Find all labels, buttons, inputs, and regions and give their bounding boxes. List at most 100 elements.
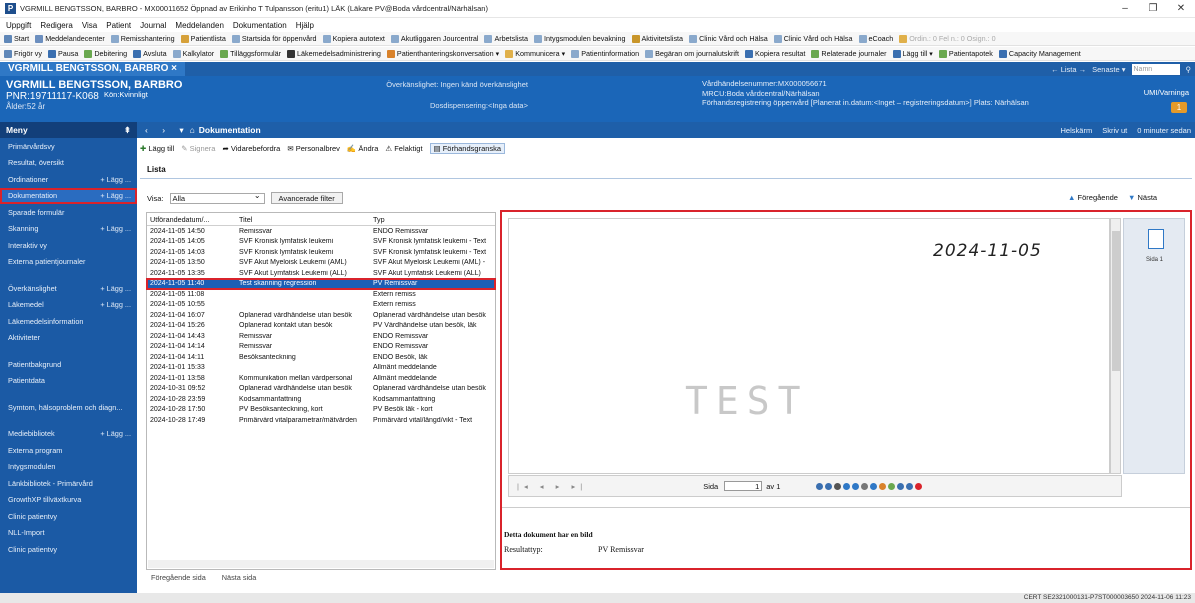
table-row[interactable]: 2024-11-05 14:03 SVF Kronisk lymfatisk le… xyxy=(147,247,495,258)
edit-button[interactable]: ✍ Ändra xyxy=(347,144,378,153)
tb-relaterade-journaler[interactable]: Relaterade journaler xyxy=(811,49,887,58)
sidebar-item-lakemedel[interactable]: Läkemedel + Lägg ... xyxy=(0,297,137,314)
col-date[interactable]: Utförandedatum/... xyxy=(147,215,239,224)
add-dokumentation-button[interactable]: + Lägg ... xyxy=(100,191,131,200)
sidebar-item-resultat[interactable]: Resultat, översikt xyxy=(0,155,137,172)
next-button[interactable]: ▼ Nästa xyxy=(1128,193,1157,202)
tb-pausa[interactable]: Pausa xyxy=(47,49,78,58)
sidebar-item-ordinationer[interactable]: Ordinationer + Lägg ... xyxy=(0,171,137,188)
sidebar-item-sparade-formular[interactable]: Sparade formulär xyxy=(0,204,137,221)
add-button[interactable]: ✚ Lägg till xyxy=(140,144,174,153)
tb-intygsmodulen[interactable]: Intygsmodulen bevakning xyxy=(534,34,626,43)
patient-search-input[interactable]: Namn xyxy=(1131,63,1180,75)
warning-badge[interactable]: 1 xyxy=(1171,102,1187,113)
close-button[interactable]: ✕ xyxy=(1167,0,1195,18)
tb-arbetslista[interactable]: Arbetslista xyxy=(484,34,528,43)
advanced-filter-button[interactable]: Avancerade filter xyxy=(270,192,343,204)
table-row[interactable]: 2024-11-05 11:08 Extern remiss xyxy=(147,289,495,300)
menu-meddelanden[interactable]: Meddelanden xyxy=(175,21,223,30)
print-icon[interactable] xyxy=(861,482,869,490)
menu-journal[interactable]: Journal xyxy=(140,21,166,30)
tb-meddelandecenter[interactable]: Meddelandecenter xyxy=(35,34,105,43)
add-media-button[interactable]: + Lägg ... xyxy=(100,429,131,438)
table-row[interactable]: 2024-11-05 11:40 Test skanning regression… xyxy=(146,277,496,290)
sidebar-item-primarvardsvy[interactable]: Primärvårdsvy xyxy=(0,138,137,155)
sidebar-item-dokumentation[interactable]: Dokumentation + Lägg ... xyxy=(0,187,137,204)
table-row[interactable]: 2024-11-05 14:50 Remissvar ENDO Remissvar xyxy=(147,226,495,237)
mark-wrong-button[interactable]: ⚠ Felaktigt xyxy=(385,144,422,153)
table-row[interactable]: 2024-11-04 16:07 Oplanerad vårdhändelse u… xyxy=(147,310,495,321)
sidebar-item-clinic-patientvy-2[interactable]: Clinic patientvy xyxy=(0,541,137,558)
col-title[interactable]: Titel xyxy=(239,215,373,224)
tb-capacity[interactable]: Capacity Management xyxy=(998,49,1081,58)
next-page-link[interactable]: Nästa sida xyxy=(222,573,256,582)
stamp-icon[interactable] xyxy=(888,482,896,490)
sign-button[interactable]: ✎ Signera xyxy=(181,144,215,153)
refresh-status[interactable]: 0 minuter sedan xyxy=(1137,126,1191,135)
sidebar-item-skanning[interactable]: Skanning + Lägg ... xyxy=(0,221,137,238)
tb-akutliggaren[interactable]: Akutliggaren Jourcentral xyxy=(390,34,478,43)
menu-hjalp[interactable]: Hjälp xyxy=(296,21,314,30)
tb-kopiera-resultat[interactable]: Kopiera resultat xyxy=(745,49,805,58)
personal-letter-button[interactable]: ✉ Personalbrev xyxy=(287,144,340,153)
preview-button[interactable]: ▤ Förhandsgranska xyxy=(429,143,506,154)
table-row[interactable]: 2024-11-05 13:35 SVF Akut Lymfatisk Leuke… xyxy=(147,268,495,279)
minimize-button[interactable]: – xyxy=(1111,0,1139,18)
page-input[interactable]: 1 xyxy=(724,481,763,491)
table-row[interactable]: 2024-11-05 13:50 SVF Akut Myeloisk Leukem… xyxy=(147,258,495,269)
rotate-left-icon[interactable] xyxy=(843,482,851,490)
sidebar-item-mediebibliotek[interactable]: Mediebibliotek + Lägg ... xyxy=(0,426,137,443)
sidebar-item-lankbibliotek[interactable]: Länkbibliotek - Primärvård xyxy=(0,475,137,492)
settings-icon[interactable] xyxy=(915,482,923,490)
tb-patientlista[interactable]: Patientlista xyxy=(180,34,226,43)
maximize-button[interactable]: ❐ xyxy=(1139,0,1167,18)
tb-ecoach[interactable]: eCoach xyxy=(858,34,893,43)
menu-dokumentation[interactable]: Dokumentation xyxy=(233,21,287,30)
sidebar-item-growthxp[interactable]: GrowthXP tillväxtkurva xyxy=(0,492,137,509)
add-lakemedel-button[interactable]: + Lägg ... xyxy=(100,300,131,309)
col-type[interactable]: Typ xyxy=(373,215,493,224)
sidebar-item-clinic-patientvy-1[interactable]: Clinic patientvy xyxy=(0,508,137,525)
grid-icon[interactable] xyxy=(897,482,905,490)
tb-counters[interactable]: Ordin.: 0 Fel n.: 0 Osign.: 0 xyxy=(899,34,996,43)
sidebar-item-patientdata[interactable]: Patientdata xyxy=(0,373,137,390)
table-row[interactable]: 2024-11-04 14:11 Besöksanteckning ENDO Bes… xyxy=(147,352,495,363)
zoom-in-icon[interactable] xyxy=(816,482,824,490)
tb-begaran-journal[interactable]: Begäran om journalutskrift xyxy=(645,49,739,58)
sidebar-item-aktiviteter[interactable]: Aktiviteter xyxy=(0,330,137,347)
add-skanning-button[interactable]: + Lägg ... xyxy=(100,224,131,233)
table-row[interactable]: 2024-11-01 13:58 Kommunikation mellan vår… xyxy=(147,373,495,384)
viewer-scrollbar[interactable] xyxy=(1110,218,1121,474)
fit-icon[interactable] xyxy=(834,482,842,490)
page-nav-arrows[interactable]: |◂ ◂ ▸ ▸| xyxy=(517,482,587,491)
nav-arrows[interactable]: ‹ › ▾ xyxy=(145,125,190,136)
sidebar-item-interaktiv-vy[interactable]: Interaktiv vy xyxy=(0,237,137,254)
sidebar-item-symtom[interactable]: Symtom, hälsoproblem och diagn... xyxy=(0,399,137,416)
menu-uppgift[interactable]: Uppgift xyxy=(6,21,31,30)
menu-visa[interactable]: Visa xyxy=(82,21,97,30)
tb-kopiera-autotext[interactable]: Kopiera autotext xyxy=(322,34,385,43)
tb-startsida[interactable]: Startsida för öppenvård xyxy=(231,34,317,43)
patient-tab[interactable]: VGRMILL BENGTSSON, BARBRO × xyxy=(0,62,186,76)
tb-patientinformation[interactable]: Patientinformation xyxy=(571,49,639,58)
fullscreen-button[interactable]: Helskärm xyxy=(1061,126,1093,135)
tb-lagg-till[interactable]: Lägg till ▾ xyxy=(892,49,933,58)
sidebar-item-patientbakgrund[interactable]: Patientbakgrund xyxy=(0,356,137,373)
tb-kommunicera[interactable]: Kommunicera ▾ xyxy=(505,49,565,58)
tb-clinic-1[interactable]: Clinic Vård och Hälsa xyxy=(689,34,768,43)
rotate-right-icon[interactable] xyxy=(852,482,860,490)
tb-patientapotek[interactable]: Patientapotek xyxy=(938,49,993,58)
tb-clinic-2[interactable]: Clinic Vård och Hälsa xyxy=(773,34,853,43)
table-row[interactable]: 2024-11-04 14:43 Remissvar ENDO Remissvar xyxy=(147,331,495,342)
add-ordination-button[interactable]: + Lägg ... xyxy=(100,175,131,184)
table-row[interactable]: 2024-10-28 17:49 Primärvård vitalparametr… xyxy=(147,415,495,426)
sidebar-item-externa-journaler[interactable]: Externa patientjournaler xyxy=(0,254,137,271)
forward-button[interactable]: ➦ Vidarebefordra xyxy=(222,144,280,153)
pin-icon[interactable]: ⇞ xyxy=(124,125,131,136)
prev-page-link[interactable]: Föregående sida xyxy=(151,573,206,582)
close-tab-icon[interactable]: × xyxy=(171,63,177,74)
table-row[interactable]: 2024-10-31 09:52 Oplanerad vårdhändelse u… xyxy=(147,384,495,395)
visa-select[interactable]: Alla xyxy=(169,191,265,204)
tb-aktivitetslista[interactable]: Aktivitetslista xyxy=(631,34,683,43)
sidebar-item-externa-program[interactable]: Externa program xyxy=(0,442,137,459)
